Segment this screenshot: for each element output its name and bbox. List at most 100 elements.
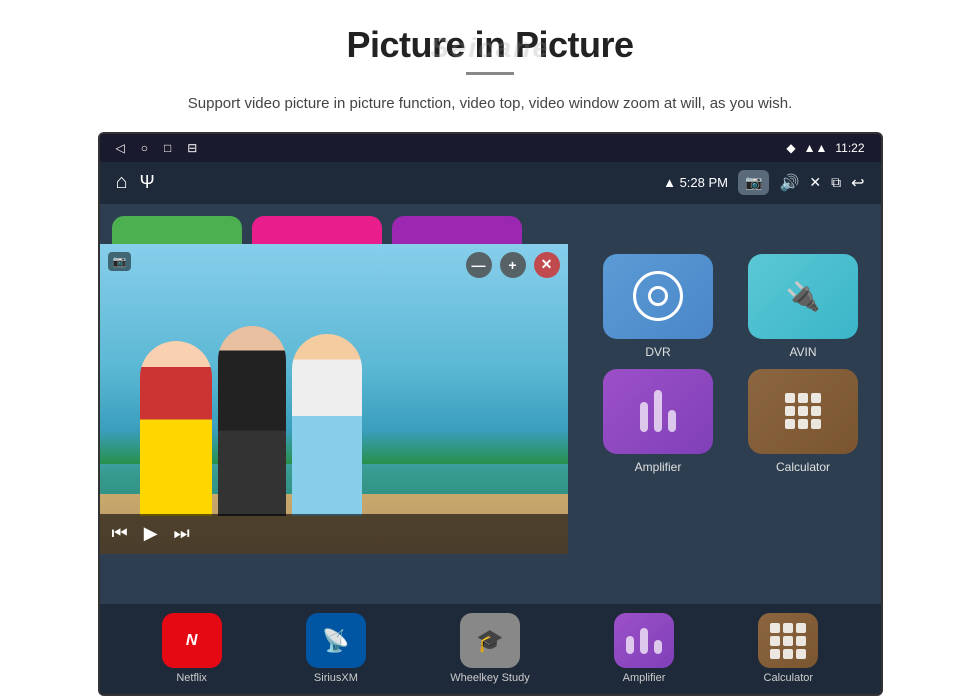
app-amplifier[interactable]: Amplifier xyxy=(591,369,726,474)
bottom-amplifier-icon xyxy=(614,613,674,668)
bottom-amp-slider-2 xyxy=(640,628,648,654)
app-dvr-icon xyxy=(603,254,713,339)
toolbar: ⌂ Ψ ▲ 5:28 PM 📷 🔊 ✕ ⧉ ↩ xyxy=(100,162,881,204)
app-calculator[interactable]: Calculator xyxy=(736,369,871,474)
gps-icon: ◆ xyxy=(786,141,795,155)
b-calc-dot-2 xyxy=(783,623,793,633)
calc-dot-8 xyxy=(798,419,808,429)
pip-controls: — + ✕ xyxy=(466,252,560,278)
bottom-app-netflix[interactable]: N Netflix xyxy=(162,613,222,684)
b-calc-dot-8 xyxy=(783,649,793,659)
avin-icon-wrap: 🔌 xyxy=(786,280,821,313)
b-calc-dot-1 xyxy=(770,623,780,633)
b-calc-dot-7 xyxy=(770,649,780,659)
usb-icon: Ψ xyxy=(140,172,155,193)
bottom-app-bar: N Netflix 📡 SiriusXM 🎓 Wheelkey Study xyxy=(100,604,881,694)
window-icon[interactable]: ⧉ xyxy=(831,174,841,191)
recents-nav-icon[interactable]: □ xyxy=(164,141,171,155)
app-dvr-label: DVR xyxy=(645,345,670,359)
calc-dot-3 xyxy=(811,393,821,403)
bottom-calculator-label: Calculator xyxy=(764,672,814,684)
app-avin-label: AVIN xyxy=(789,345,816,359)
pip-close-button[interactable]: ✕ xyxy=(534,252,560,278)
pip-expand-button[interactable]: + xyxy=(500,252,526,278)
calc-dot-6 xyxy=(811,406,821,416)
wifi-toolbar-icon: ▲ 5:28 PM xyxy=(663,175,728,190)
page-subtitle: Support video picture in picture functio… xyxy=(188,93,792,116)
avin-plug-icon: 🔌 xyxy=(786,280,821,313)
pip-minimize-button[interactable]: — xyxy=(466,252,492,278)
bottom-app-siriusxm[interactable]: 📡 SiriusXM xyxy=(306,613,366,684)
app-calculator-icon xyxy=(748,369,858,454)
video-overlay: — + ✕ 📷 ⏮ ▶ ⏭ xyxy=(100,244,568,554)
close-toolbar-icon[interactable]: ✕ xyxy=(809,174,821,191)
netflix-icon: N xyxy=(162,613,222,668)
b-calc-dot-4 xyxy=(770,636,780,646)
status-time: 11:22 xyxy=(835,141,864,155)
bottom-amp-slider-3 xyxy=(654,640,662,654)
back-toolbar-icon[interactable]: ↩ xyxy=(851,173,864,193)
person-2 xyxy=(218,326,286,516)
app-avin-icon: 🔌 xyxy=(748,254,858,339)
amp-slider-3 xyxy=(668,410,676,432)
person-1 xyxy=(140,341,212,516)
calc-dot-9 xyxy=(811,419,821,429)
calc-dot-2 xyxy=(798,393,808,403)
b-calc-dot-6 xyxy=(796,636,806,646)
dvr-inner-icon xyxy=(648,286,668,306)
siriusxm-label: SiriusXM xyxy=(314,672,358,684)
home-nav-icon[interactable]: ○ xyxy=(141,141,148,155)
back-nav-icon[interactable]: ◁ xyxy=(116,141,125,155)
person-3 xyxy=(292,334,362,516)
b-calc-dot-5 xyxy=(783,636,793,646)
app-amplifier-icon xyxy=(603,369,713,454)
b-calc-dot-3 xyxy=(796,623,806,633)
pip-camera-icon: 📷 xyxy=(108,252,132,271)
statusbar-right: ◆ ▲▲ 11:22 xyxy=(786,141,864,155)
amp-slider-2 xyxy=(654,390,662,432)
calc-grid-icon xyxy=(785,393,821,429)
netflix-label: Netflix xyxy=(176,672,207,684)
main-content: — + ✕ 📷 ⏮ ▶ ⏭ xyxy=(100,204,881,604)
bottom-amp-slider-1 xyxy=(626,636,634,654)
calc-dot-1 xyxy=(785,393,795,403)
bottom-app-calculator[interactable]: Calculator xyxy=(758,613,818,684)
title-divider xyxy=(466,72,514,75)
android-statusbar: ◁ ○ □ ⊟ ◆ ▲▲ 11:22 xyxy=(100,134,881,162)
right-app-grid: DVR 🔌 AVIN xyxy=(581,244,881,604)
camera-toolbar-icon[interactable]: 📷 xyxy=(738,170,769,195)
dvr-circle-icon xyxy=(633,271,683,321)
app-amplifier-label: Amplifier xyxy=(635,460,682,474)
screenshot-nav-icon[interactable]: ⊟ xyxy=(187,141,197,155)
amp-slider-1 xyxy=(640,402,648,432)
wheelkey-icon: 🎓 xyxy=(460,613,520,668)
volume-icon[interactable]: 🔊 xyxy=(779,173,799,193)
siriusxm-icon: 📡 xyxy=(306,613,366,668)
home-icon[interactable]: ⌂ xyxy=(116,171,128,194)
toolbar-left: ⌂ Ψ xyxy=(116,171,155,194)
video-prev-button[interactable]: ⏮ xyxy=(112,523,128,544)
amp-sliders-icon xyxy=(640,390,676,432)
bottom-app-amplifier[interactable]: Amplifier xyxy=(614,613,674,684)
calc-dot-4 xyxy=(785,406,795,416)
app-avin[interactable]: 🔌 AVIN xyxy=(736,254,871,359)
statusbar-left: ◁ ○ □ ⊟ xyxy=(116,141,198,155)
wheelkey-label: Wheelkey Study xyxy=(450,672,529,684)
tablet-frame: ◁ ○ □ ⊟ ◆ ▲▲ 11:22 ⌂ Ψ ▲ 5:28 PM 📷 🔊 ✕ ⧉… xyxy=(98,132,883,696)
bottom-calc-grid-icon xyxy=(770,623,806,659)
bottom-amplifier-label: Amplifier xyxy=(623,672,666,684)
video-play-button[interactable]: ▶ xyxy=(144,523,158,544)
bottom-calculator-icon xyxy=(758,613,818,668)
bottom-app-wheelkey[interactable]: 🎓 Wheelkey Study xyxy=(450,613,529,684)
toolbar-right: ▲ 5:28 PM 📷 🔊 ✕ ⧉ ↩ xyxy=(663,170,864,195)
app-calculator-label: Calculator xyxy=(776,460,830,474)
calc-dot-7 xyxy=(785,419,795,429)
calc-dot-5 xyxy=(798,406,808,416)
wifi-signal-icon: ▲▲ xyxy=(804,141,828,155)
app-dvr[interactable]: DVR xyxy=(591,254,726,359)
video-scene: — + ✕ 📷 ⏮ ▶ ⏭ xyxy=(100,244,568,554)
video-next-button[interactable]: ⏭ xyxy=(174,523,190,544)
video-controls: ⏮ ▶ ⏭ xyxy=(100,514,568,554)
b-calc-dot-9 xyxy=(796,649,806,659)
page-header: Picture in Picture Seicane xyxy=(0,0,980,93)
